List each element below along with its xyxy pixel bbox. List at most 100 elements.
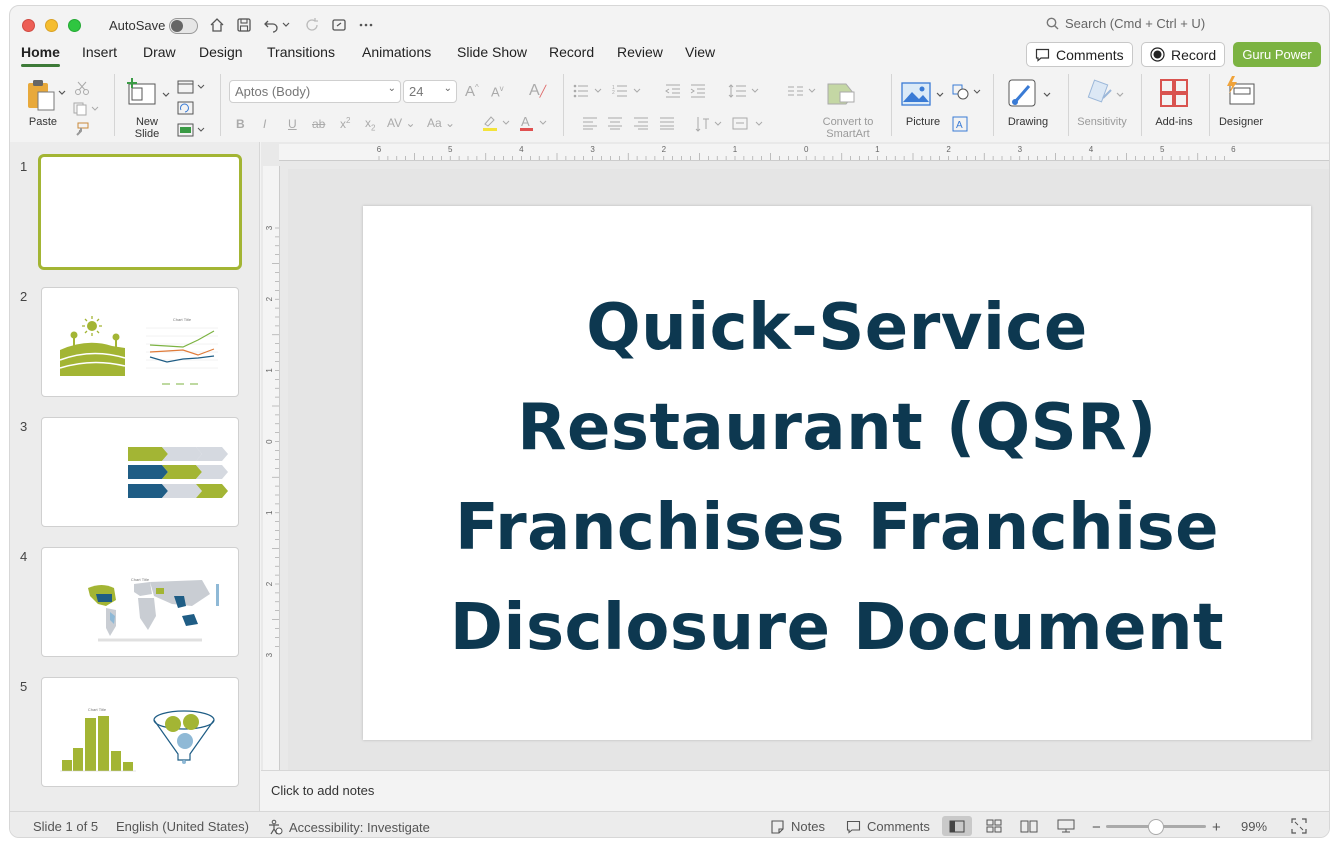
reset-slide-icon[interactable] — [177, 101, 195, 118]
picture-dropdown-icon[interactable] — [936, 88, 944, 102]
notes-pane[interactable]: Click to add notes — [261, 770, 1329, 811]
ruler-label: 1 — [875, 145, 880, 154]
tab-slide-show[interactable]: Slide Show — [457, 44, 527, 60]
align-text-icon[interactable] — [732, 116, 766, 135]
format-painter-icon[interactable] — [73, 122, 89, 139]
comments-button[interactable]: Comments — [1026, 42, 1133, 67]
save-icon[interactable] — [234, 15, 254, 35]
more-options-icon[interactable] — [356, 15, 376, 35]
slide-title[interactable]: Quick-Service Restaurant (QSR) Franchise… — [403, 278, 1271, 678]
designer-icon[interactable] — [1224, 76, 1258, 111]
align-center-icon[interactable] — [608, 117, 622, 133]
tab-draw[interactable]: Draw — [143, 44, 176, 60]
bold-icon[interactable]: B — [236, 117, 245, 131]
guru-power-button[interactable]: Guru Power — [1233, 42, 1321, 67]
shapes-icon[interactable] — [952, 84, 982, 103]
new-slide-label: New Slide — [132, 116, 162, 140]
notes-toggle[interactable]: Notes — [770, 819, 825, 834]
section-icon[interactable] — [177, 123, 207, 140]
increase-indent-icon[interactable] — [690, 84, 706, 101]
drawing-dropdown-icon[interactable] — [1043, 88, 1051, 102]
zoom-window-button[interactable] — [68, 19, 81, 32]
sensitivity-icon[interactable] — [1085, 78, 1117, 113]
subscript-icon[interactable]: x2 — [365, 116, 375, 132]
strikethrough-icon[interactable]: ab — [312, 117, 325, 131]
horizontal-ruler[interactable]: 6 5 4 3 2 1 0 1 2 3 4 5 6 — [279, 144, 1329, 161]
paste-icon[interactable] — [25, 78, 59, 115]
slide-sorter-button[interactable] — [979, 816, 1009, 836]
zoom-level[interactable]: 99% — [1241, 819, 1267, 834]
new-slide-icon[interactable] — [126, 78, 158, 109]
line-spacing-icon[interactable] — [728, 84, 764, 101]
language-status[interactable]: English (United States) — [116, 819, 249, 834]
undo-dropdown-icon[interactable] — [280, 15, 292, 35]
slide-thumbnail-4[interactable]: Chart Title — [41, 547, 239, 657]
tab-view[interactable]: View — [685, 44, 715, 60]
align-left-icon[interactable] — [583, 117, 597, 133]
slide-show-button[interactable] — [1051, 816, 1081, 836]
home-icon[interactable] — [207, 15, 227, 35]
picture-icon[interactable] — [901, 82, 931, 109]
close-window-button[interactable] — [22, 19, 35, 32]
accessibility-status[interactable]: Accessibility: Investigate — [267, 819, 430, 835]
slide-canvas: Quick-Service Restaurant (QSR) Franchise… — [288, 169, 1329, 770]
search-box[interactable]: Search (Cmd + Ctrl + U) — [1046, 16, 1205, 31]
italic-icon[interactable]: I — [263, 117, 266, 131]
add-ins-icon[interactable] — [1159, 78, 1189, 111]
character-spacing-icon[interactable]: AV ⌄ — [387, 116, 416, 130]
present-icon[interactable] — [329, 15, 349, 35]
zoom-in-button[interactable]: + — [1212, 819, 1221, 836]
record-button[interactable]: Record — [1141, 42, 1226, 67]
autosave-toggle[interactable] — [169, 18, 198, 34]
align-right-icon[interactable] — [634, 117, 648, 133]
increase-font-size-icon[interactable]: A^ — [465, 83, 479, 100]
bullets-icon[interactable] — [573, 84, 605, 101]
slide-thumbnail-3[interactable] — [41, 417, 239, 527]
columns-icon[interactable] — [787, 84, 817, 101]
decrease-font-size-icon[interactable]: Av — [491, 84, 504, 99]
superscript-icon[interactable]: x2 — [340, 116, 350, 131]
vertical-ruler[interactable]: 3 2 1 0 1 2 3 — [263, 166, 280, 770]
font-size-select[interactable]: 24 ⌄ — [403, 80, 457, 103]
copy-icon[interactable] — [72, 102, 100, 119]
slide-thumbnail-1[interactable] — [38, 154, 242, 270]
normal-view-button[interactable] — [942, 816, 972, 836]
zoom-out-button[interactable]: − — [1092, 819, 1101, 836]
decrease-indent-icon[interactable] — [665, 84, 681, 101]
highlight-color-icon[interactable] — [481, 114, 511, 135]
underline-icon[interactable]: U — [288, 117, 297, 131]
numbering-icon[interactable]: 12 — [612, 84, 644, 101]
drawing-icon[interactable] — [1007, 78, 1039, 113]
cut-icon[interactable] — [74, 80, 90, 99]
paste-dropdown-icon[interactable] — [58, 86, 66, 100]
zoom-slider-handle[interactable] — [1148, 819, 1164, 835]
text-direction-icon[interactable] — [695, 116, 723, 135]
font-color-icon[interactable]: A — [518, 114, 548, 135]
fit-to-window-button[interactable] — [1284, 816, 1314, 836]
slide-thumbnail-2[interactable]: Chart Title — [41, 287, 239, 397]
tab-review[interactable]: Review — [617, 44, 663, 60]
undo-icon[interactable] — [261, 15, 281, 35]
new-slide-dropdown-icon[interactable] — [162, 88, 170, 102]
text-box-icon[interactable]: A — [952, 116, 968, 135]
current-slide[interactable]: Quick-Service Restaurant (QSR) Franchise… — [363, 206, 1311, 740]
tab-insert[interactable]: Insert — [82, 44, 117, 60]
tab-animations[interactable]: Animations — [362, 44, 431, 60]
slide-thumbnail-5[interactable]: Chart Title — [41, 677, 239, 787]
change-case-icon[interactable]: Aa ⌄ — [427, 116, 455, 130]
smartart-icon[interactable] — [826, 82, 858, 111]
font-name-select[interactable]: Aptos (Body) ⌄ — [229, 80, 401, 103]
clear-formatting-icon[interactable]: A╱ — [529, 82, 546, 100]
reading-view-button[interactable] — [1014, 816, 1044, 836]
tab-home[interactable]: Home — [21, 44, 60, 67]
tab-transitions[interactable]: Transitions — [267, 44, 335, 60]
justify-icon[interactable] — [660, 117, 674, 133]
minimize-window-button[interactable] — [45, 19, 58, 32]
sensitivity-dropdown-icon[interactable] — [1116, 88, 1124, 102]
tab-record[interactable]: Record — [549, 44, 594, 60]
redo-icon[interactable] — [302, 15, 322, 35]
tab-design[interactable]: Design — [199, 44, 243, 60]
histogram-funnel-graphic: Chart Title — [60, 707, 215, 772]
layout-icon[interactable] — [177, 80, 207, 97]
comments-toggle[interactable]: Comments — [846, 819, 930, 834]
